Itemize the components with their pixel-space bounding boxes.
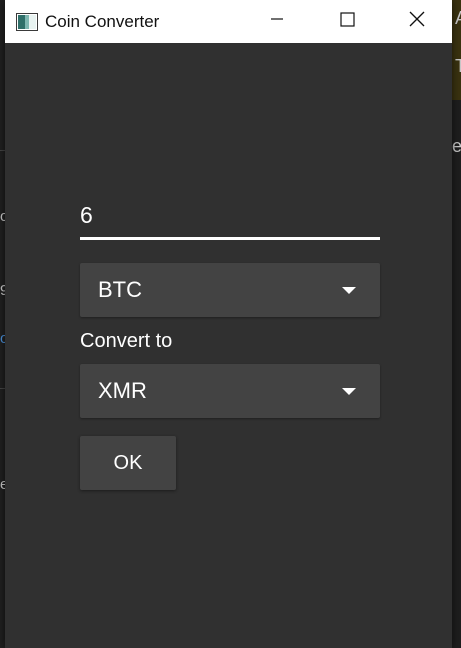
from-currency-value: BTC [98, 277, 142, 302]
dropdown-arrow-icon [342, 287, 356, 294]
close-icon [409, 11, 425, 32]
window-title: Coin Converter [45, 11, 160, 31]
dropdown-arrow-icon [342, 388, 356, 395]
to-currency-value: XMR [98, 378, 147, 403]
from-currency-select[interactable]: BTC [80, 263, 380, 317]
ok-button[interactable]: OK [80, 436, 176, 490]
amount-input[interactable]: 6 [80, 198, 380, 240]
amount-value: 6 [80, 202, 93, 228]
minimize-icon [270, 12, 284, 31]
background-fragment: T [455, 56, 461, 76]
background-fragment: A [455, 8, 461, 29]
maximize-icon [339, 11, 355, 32]
title-bar[interactable]: Coin Converter [5, 0, 452, 43]
close-button[interactable] [382, 0, 452, 43]
window-controls [242, 0, 452, 43]
maximize-button[interactable] [312, 0, 382, 43]
converter-form: 6 BTC Convert to XMR OK [5, 43, 452, 648]
minimize-button[interactable] [242, 0, 312, 43]
coin-converter-window: Coin Converter 6 BTC Convert to XMR OK [5, 0, 452, 648]
convert-to-label: Convert to [80, 330, 173, 352]
background-fragment: e [452, 136, 461, 156]
app-window-icon [16, 12, 38, 31]
to-currency-select[interactable]: XMR [80, 364, 380, 418]
